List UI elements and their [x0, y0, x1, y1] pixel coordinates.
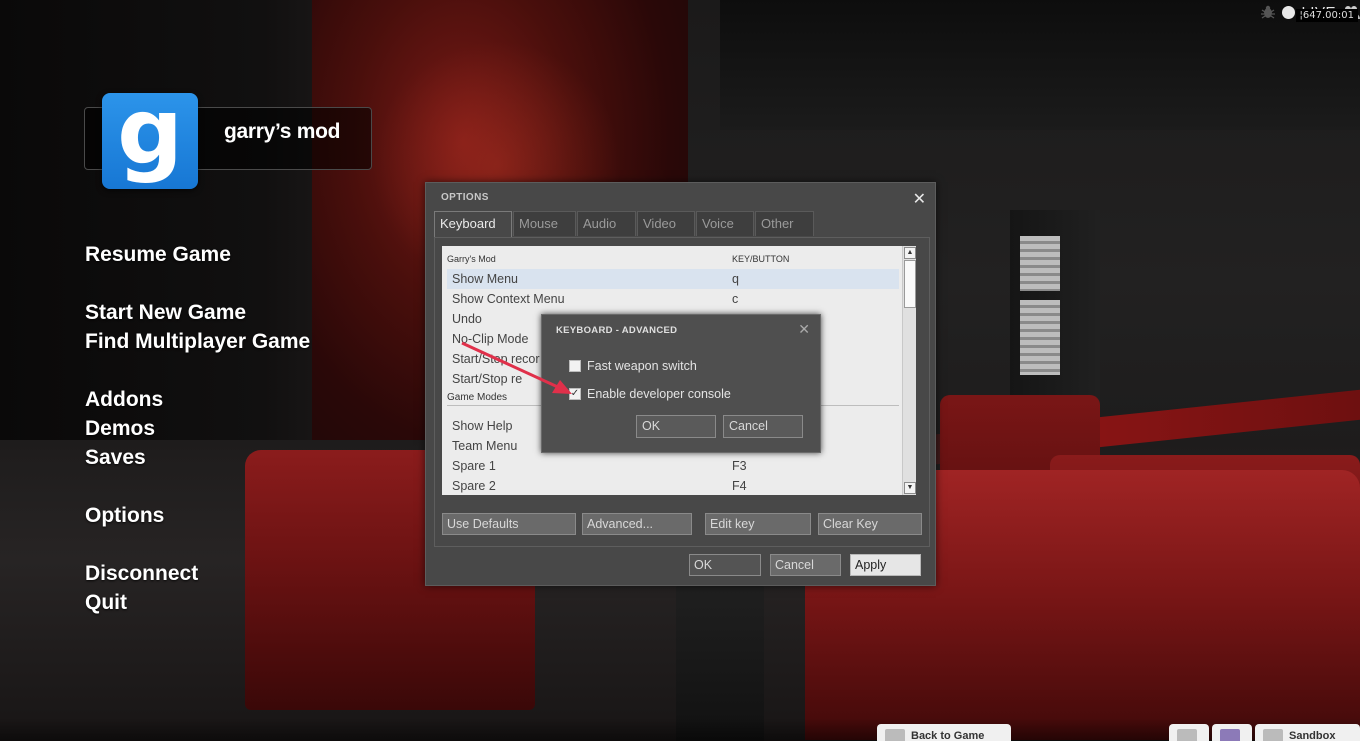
menu-addons[interactable]: Addons: [85, 385, 310, 414]
logo-letter: g: [117, 78, 183, 185]
options-title: OPTIONS: [441, 192, 489, 203]
flag-icon: [1220, 729, 1240, 741]
keyboard-advanced-dialog: KEYBOARD - ADVANCED ✕ Fast weapon switch…: [541, 314, 821, 453]
key-row-key: F3: [732, 459, 747, 473]
key-row-name: Spare 1: [452, 459, 496, 473]
tab-keyboard[interactable]: Keyboard: [434, 211, 512, 237]
key-row[interactable]: Show Context Menu c: [447, 289, 899, 309]
advanced-title: KEYBOARD - ADVANCED: [556, 325, 678, 336]
gamepad-icon: [885, 729, 905, 741]
key-row[interactable]: Spare 2 F4: [447, 476, 899, 495]
key-row-name: Team Menu: [452, 439, 518, 453]
key-row[interactable]: Spare 1 F3: [447, 456, 899, 476]
bug-icon[interactable]: [1260, 4, 1276, 20]
status-bar: LIVE ¦647.00:01: [1256, 0, 1360, 24]
main-menu: Resume Game Start New Game Find Multipla…: [85, 240, 310, 617]
key-row-name: No-Clip Mode: [452, 332, 529, 346]
bg-bottom-shade: [0, 718, 1360, 741]
menu-quit[interactable]: Quit: [85, 588, 310, 617]
edit-key-button[interactable]: Edit key: [705, 513, 811, 535]
scroll-up-icon[interactable]: ▲: [904, 247, 916, 259]
gamemode-sandbox-button[interactable]: Sandbox: [1255, 724, 1360, 741]
menu-find-multiplayer-game[interactable]: Find Multiplayer Game: [85, 327, 310, 356]
tab-voice[interactable]: Voice: [696, 211, 754, 236]
bg-player-model: [676, 560, 764, 741]
scroll-thumb[interactable]: [904, 260, 916, 308]
clear-key-button[interactable]: Clear Key: [818, 513, 922, 535]
bottom-tool-button-2[interactable]: [1212, 724, 1252, 741]
key-row-name: Spare 2: [452, 479, 496, 493]
scroll-down-icon[interactable]: ▼: [904, 482, 916, 494]
use-defaults-button[interactable]: Use Defaults: [442, 513, 576, 535]
developer-console-option[interactable]: ✓ Enable developer console: [569, 386, 731, 402]
logo-text: garry’s mod: [224, 120, 341, 143]
live-dot-icon: [1282, 5, 1296, 19]
key-row-name: Show Menu: [452, 272, 519, 286]
key-row-key: q: [732, 272, 739, 286]
wrench-icon: [1263, 729, 1283, 741]
options-apply-button[interactable]: Apply: [850, 554, 921, 576]
menu-resume-game[interactable]: Resume Game: [85, 240, 310, 269]
options-ok-button[interactable]: OK: [689, 554, 761, 576]
key-row-name: Start/Stop recor: [452, 352, 540, 366]
key-row-key: F4: [732, 479, 747, 493]
advanced-button[interactable]: Advanced...: [582, 513, 692, 535]
tab-mouse[interactable]: Mouse: [513, 211, 576, 236]
advanced-close-icon[interactable]: ✕: [798, 322, 810, 338]
list-key-header: KEY/BUTTON: [732, 254, 790, 264]
list-group-header: Garry's Mod: [447, 254, 496, 264]
developer-console-label: Enable developer console: [587, 387, 731, 401]
options-cancel-button[interactable]: Cancel: [770, 554, 841, 576]
menu-disconnect[interactable]: Disconnect: [85, 559, 310, 588]
tab-other[interactable]: Other: [755, 211, 814, 236]
list-scrollbar[interactable]: ▲ ▼: [902, 246, 916, 495]
menu-options[interactable]: Options: [85, 501, 310, 530]
bg-vent-upper: [1020, 236, 1060, 291]
menu-saves[interactable]: Saves: [85, 443, 310, 472]
advanced-ok-button[interactable]: OK: [636, 415, 716, 438]
bg-vent-lower: [1020, 300, 1060, 375]
fast-weapon-switch-label: Fast weapon switch: [587, 359, 697, 373]
key-row-name: Undo: [452, 312, 482, 326]
fast-weapon-switch-checkbox[interactable]: [569, 360, 581, 372]
key-row[interactable]: Show Menu q: [447, 269, 899, 289]
bottom-tool-button-1[interactable]: [1169, 724, 1209, 741]
options-close-icon[interactable]: ✕: [913, 189, 926, 208]
list-section-header: Game Modes: [447, 392, 508, 403]
monitor-icon: [1177, 729, 1197, 741]
key-row-name: Show Help: [452, 419, 513, 433]
fast-weapon-switch-option[interactable]: Fast weapon switch: [569, 358, 697, 374]
fps-counter: ¦647.00:01: [1295, 9, 1358, 22]
tab-video[interactable]: Video: [637, 211, 695, 236]
tab-audio[interactable]: Audio: [577, 211, 636, 236]
back-to-game-label: Back to Game: [911, 730, 985, 741]
key-row-name: Show Context Menu: [452, 292, 565, 306]
key-row-name: Start/Stop re: [452, 372, 523, 386]
key-row-key: c: [732, 292, 739, 306]
back-to-game-button[interactable]: Back to Game: [877, 724, 1011, 741]
developer-console-checkbox[interactable]: ✓: [569, 388, 581, 400]
sandbox-label: Sandbox: [1289, 730, 1336, 741]
gmod-logo-icon: g: [102, 86, 198, 189]
menu-demos[interactable]: Demos: [85, 414, 310, 443]
menu-start-new-game[interactable]: Start New Game: [85, 298, 310, 327]
advanced-cancel-button[interactable]: Cancel: [723, 415, 803, 438]
options-tabs: Keyboard Mouse Audio Video Voice Other: [434, 211, 815, 237]
